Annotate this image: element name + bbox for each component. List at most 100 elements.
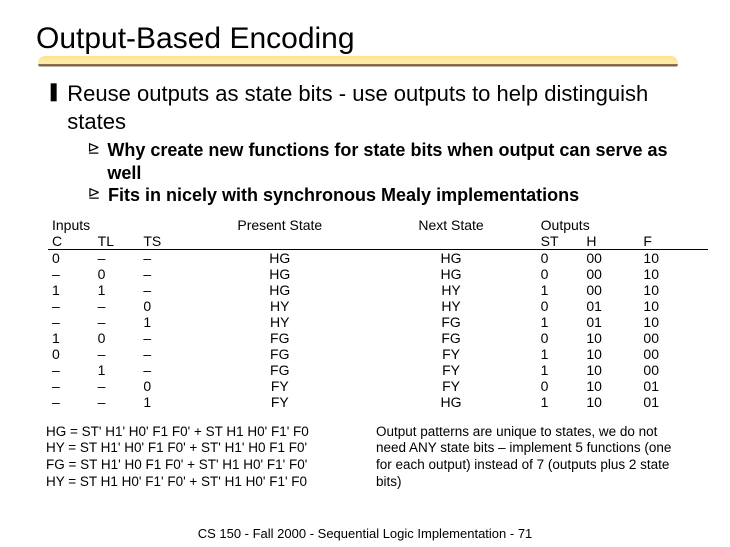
cell-h: 00 (582, 266, 639, 282)
cell-ns: FY (365, 378, 536, 394)
slide-footer: CS 150 - Fall 2000 - Sequential Logic Im… (0, 526, 730, 541)
cell-h: 00 (582, 249, 639, 266)
table-row: ––0FYFY01001 (48, 378, 708, 394)
cell-c: – (48, 298, 94, 314)
hdr-inputs: Inputs (48, 217, 194, 233)
cell-c: – (48, 362, 94, 378)
cell-c: – (48, 394, 94, 410)
cell-st: 1 (537, 314, 583, 330)
cell-ts: – (139, 362, 194, 378)
cell-f: 10 (639, 298, 708, 314)
cell-st: 1 (537, 346, 583, 362)
table-row: ––1HYFG10110 (48, 314, 708, 330)
cell-ps: HY (194, 314, 365, 330)
slide-title: Output-Based Encoding (36, 22, 694, 56)
col-c: C (48, 233, 94, 249)
cell-ts: – (139, 282, 194, 298)
cell-ts: 1 (139, 314, 194, 330)
cell-ns: HG (365, 249, 536, 266)
col-ts: TS (139, 233, 194, 249)
cell-tl: 0 (94, 266, 140, 282)
cell-ps: HG (194, 249, 365, 266)
eq-hy: HY = ST H1' H0' F1 F0' + ST' H1' H0 F1 F… (46, 440, 346, 457)
table-row: ––0HYHY00110 (48, 298, 708, 314)
table-row: –0–HGHG00010 (48, 266, 708, 282)
table-row: –1–FGFY11000 (48, 362, 708, 378)
cell-ts: – (139, 266, 194, 282)
z-bullet-icon: ❚ (46, 80, 61, 103)
main-point-text: Reuse outputs as state bits - use output… (67, 80, 684, 135)
cell-ts: 0 (139, 298, 194, 314)
cell-st: 0 (537, 266, 583, 282)
table-row: 10–FGFG01000 (48, 330, 708, 346)
cell-f: 00 (639, 362, 708, 378)
cell-f: 01 (639, 394, 708, 410)
sub-list: ⊵ Why create new functions for state bit… (86, 139, 684, 207)
body: ❚ Reuse outputs as state bits - use outp… (36, 80, 694, 491)
cell-c: 1 (48, 330, 94, 346)
state-table: Inputs Present State Next State Outputs … (48, 217, 684, 410)
cell-ns: FG (365, 314, 536, 330)
cell-ps: FG (194, 330, 365, 346)
cell-f: 10 (639, 282, 708, 298)
main-bullet: ❚ Reuse outputs as state bits - use outp… (46, 80, 684, 135)
sub-point-1: Why create new functions for state bits … (107, 139, 684, 184)
title-underline (38, 56, 678, 70)
cell-f: 01 (639, 378, 708, 394)
cell-st: 1 (537, 362, 583, 378)
cell-ts: 1 (139, 394, 194, 410)
cell-tl: – (94, 314, 140, 330)
notes: HG = ST' H1' H0' F1 F0' + ST H1 H0' F1' … (46, 424, 684, 492)
cell-c: – (48, 378, 94, 394)
y-bullet-icon: ⊵ (86, 139, 101, 159)
eq-hy2: HY = ST H1 H0' F1' F0' + ST' H1 H0' F1' … (46, 474, 346, 491)
cell-ns: HG (365, 266, 536, 282)
table-row: 0––FGFY11000 (48, 346, 708, 362)
cell-f: 10 (639, 314, 708, 330)
cell-tl: – (94, 394, 140, 410)
col-h: H (582, 233, 639, 249)
cell-tl: – (94, 346, 140, 362)
cell-h: 10 (582, 378, 639, 394)
col-st: ST (537, 233, 583, 249)
cell-ns: FY (365, 362, 536, 378)
hdr-outputs: Outputs (537, 217, 708, 233)
sub-bullet-2: ⊵ Fits in nicely with synchronous Mealy … (86, 184, 684, 207)
cell-h: 10 (582, 330, 639, 346)
cell-st: 1 (537, 394, 583, 410)
cell-ns: HY (365, 298, 536, 314)
cell-st: 0 (537, 330, 583, 346)
cell-c: – (48, 314, 94, 330)
cell-h: 10 (582, 362, 639, 378)
cell-tl: – (94, 298, 140, 314)
cell-h: 01 (582, 298, 639, 314)
notes-explanation: Output patterns are unique to states, we… (376, 424, 684, 492)
cell-f: 00 (639, 330, 708, 346)
cell-ts: 0 (139, 378, 194, 394)
cell-h: 00 (582, 282, 639, 298)
cell-tl: – (94, 249, 140, 266)
eq-hg: HG = ST' H1' H0' F1 F0' + ST H1 H0' F1' … (46, 424, 346, 441)
cell-ps: FG (194, 362, 365, 378)
cell-ps: FG (194, 346, 365, 362)
notes-equations: HG = ST' H1' H0' F1 F0' + ST H1 H0' F1' … (46, 424, 346, 492)
table-row: ––1FYHG11001 (48, 394, 708, 410)
col-f: F (639, 233, 708, 249)
cell-c: 0 (48, 346, 94, 362)
cell-ps: HG (194, 266, 365, 282)
cell-tl: 1 (94, 362, 140, 378)
hdr-next: Next State (365, 217, 536, 233)
table-row: 11–HGHY10010 (48, 282, 708, 298)
eq-fg: FG = ST H1' H0 F1 F0' + ST' H1 H0' F1' F… (46, 457, 346, 474)
cell-st: 1 (537, 282, 583, 298)
cell-ns: FY (365, 346, 536, 362)
cell-c: – (48, 266, 94, 282)
cell-f: 10 (639, 249, 708, 266)
cell-tl: 0 (94, 330, 140, 346)
cell-ns: HY (365, 282, 536, 298)
cell-f: 00 (639, 346, 708, 362)
sub-bullet-1: ⊵ Why create new functions for state bit… (86, 139, 684, 184)
cell-h: 01 (582, 314, 639, 330)
cell-ns: HG (365, 394, 536, 410)
cell-st: 0 (537, 378, 583, 394)
